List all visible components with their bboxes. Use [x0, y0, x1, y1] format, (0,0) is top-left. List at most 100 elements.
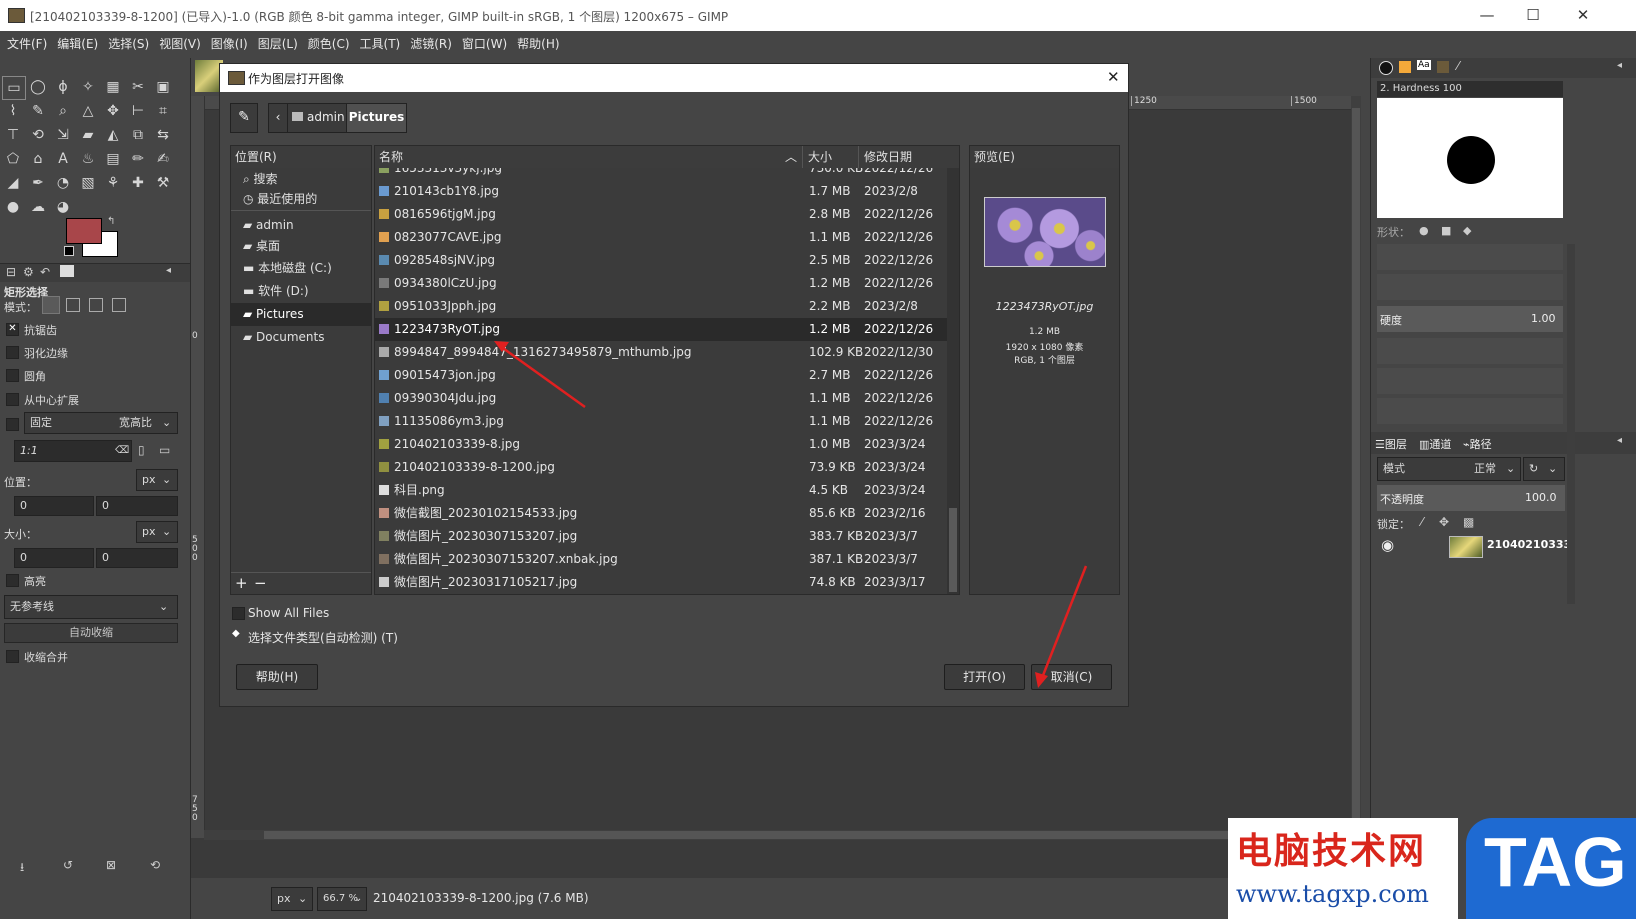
- place-drive-c[interactable]: ▬ 本地磁盘 (C:): [231, 257, 371, 280]
- file-row[interactable]: 微信图片_20230307153207.jpg 383.7 KB 2023/3/7: [375, 525, 947, 548]
- diamond-shape-icon[interactable]: ◆: [1463, 224, 1471, 237]
- menu-layer[interactable]: 图层(L): [253, 31, 303, 58]
- file-row[interactable]: 210143cb1Y8.jpg 1.7 MB 2023/2/8: [375, 180, 947, 203]
- menu-image[interactable]: 图像(I): [206, 31, 253, 58]
- position-y-input[interactable]: 0: [96, 496, 178, 516]
- mode-subtract-button[interactable]: [89, 298, 103, 312]
- place-pictures[interactable]: ▰ Pictures: [231, 303, 371, 326]
- highlight-checkbox[interactable]: [6, 574, 19, 587]
- blur-tool-icon[interactable]: ●: [2, 196, 24, 218]
- mode-replace-button[interactable]: [42, 296, 60, 314]
- images-dock-tab-icon[interactable]: [1437, 61, 1449, 73]
- expand-center-checkbox[interactable]: [6, 393, 19, 406]
- help-button[interactable]: 帮助(H): [236, 664, 318, 690]
- color-picker-tool-icon[interactable]: ✎: [27, 100, 49, 122]
- text-tool-icon[interactable]: A: [52, 148, 74, 170]
- paint-dynamics-tab-icon[interactable]: ⁄: [1457, 59, 1459, 73]
- lasso-tool-icon[interactable]: ϕ: [52, 76, 74, 98]
- file-row[interactable]: 210402103339-8-1200.jpg 73.9 KB 2023/3/24: [375, 456, 947, 479]
- smudge-tool-icon[interactable]: ☁: [27, 196, 49, 218]
- restore-options-icon[interactable]: ↺: [63, 858, 73, 872]
- reset-options-icon[interactable]: ⟲: [150, 858, 160, 872]
- heal-tool-icon[interactable]: ✚: [127, 172, 149, 194]
- merge-checkbox[interactable]: [6, 650, 19, 663]
- transform-tool-icon[interactable]: ⊤: [2, 124, 24, 146]
- device-status-tab-icon[interactable]: ⚙: [23, 265, 34, 279]
- fonts-tab-icon[interactable]: Aa: [1417, 60, 1431, 70]
- mode-add-button[interactable]: [66, 298, 80, 312]
- images-tab-icon[interactable]: [60, 265, 74, 277]
- hardness-slider[interactable]: 硬度 1.00: [1377, 306, 1563, 332]
- antialias-checkbox[interactable]: ✕: [6, 323, 19, 336]
- size-h-input[interactable]: 0: [96, 548, 178, 568]
- tab-paths[interactable]: ⌁路径: [1463, 436, 1492, 452]
- maximize-button[interactable]: ☐: [1510, 0, 1556, 31]
- remove-place-button[interactable]: −: [254, 574, 267, 592]
- vertical-scrollbar-thumb[interactable]: [1352, 108, 1360, 828]
- perspective-tool-icon[interactable]: ◭: [102, 124, 124, 146]
- visibility-eye-icon[interactable]: ◉: [1381, 536, 1394, 554]
- angle-slider[interactable]: [1377, 368, 1563, 394]
- dock-scrollbar[interactable]: [1567, 244, 1575, 604]
- undo-history-tab-icon[interactable]: ↶: [40, 265, 50, 279]
- panel-menu-icon[interactable]: ◂: [166, 265, 171, 276]
- ink-tool-icon[interactable]: ◔: [52, 172, 74, 194]
- place-desktop[interactable]: ▰ 桌面: [231, 235, 371, 258]
- landscape-icon[interactable]: ▭: [159, 443, 170, 457]
- tab-layers[interactable]: ☰图层: [1375, 436, 1407, 452]
- opacity-slider[interactable]: 不透明度 100.0: [1377, 485, 1565, 511]
- pencil-tool-icon[interactable]: ✏: [127, 148, 149, 170]
- default-colors-icon[interactable]: [64, 246, 74, 256]
- path-pictures-button[interactable]: Pictures: [346, 103, 407, 133]
- file-list-scrollbar[interactable]: [947, 168, 959, 594]
- file-list-scrollbar-thumb[interactable]: [949, 508, 957, 592]
- color-select-tool-icon[interactable]: ▦: [102, 76, 124, 98]
- place-recent[interactable]: ◷ 最近使用的: [231, 188, 371, 211]
- spikes-slider[interactable]: [1377, 274, 1563, 300]
- clone-tool-icon[interactable]: ⚘: [102, 172, 124, 194]
- spacing-slider[interactable]: [1377, 398, 1563, 424]
- close-window-button[interactable]: ✕: [1560, 0, 1606, 31]
- file-row[interactable]: 11135086ym3.jpg 1.1 MB 2022/12/26: [375, 410, 947, 433]
- size-w-input[interactable]: 0: [14, 548, 94, 568]
- place-admin[interactable]: ▰ admin: [231, 214, 371, 237]
- menu-windows[interactable]: 窗口(W): [457, 31, 512, 58]
- menu-colors[interactable]: 颜色(C): [303, 31, 355, 58]
- fixed-checkbox[interactable]: [6, 418, 19, 431]
- fuzzy-select-tool-icon[interactable]: ✧: [77, 76, 99, 98]
- lock-pixels-icon[interactable]: ⁄: [1421, 515, 1423, 529]
- file-row[interactable]: 0823077CAVE.jpg 1.1 MB 2022/12/26: [375, 226, 947, 249]
- dock-menu-icon[interactable]: ◂: [1617, 60, 1622, 71]
- scissors-tool-icon[interactable]: ✂: [127, 76, 149, 98]
- file-row[interactable]: 微信图片_20230317105217.jpg 74.8 KB 2023/3/17: [375, 571, 947, 594]
- flip-tool-icon[interactable]: ⇆: [152, 124, 174, 146]
- add-place-button[interactable]: +: [235, 574, 248, 592]
- perspective-clone-icon[interactable]: ⚒: [152, 172, 174, 194]
- file-row[interactable]: 09015473jon.jpg 2.7 MB 2022/12/26: [375, 364, 947, 387]
- menu-view[interactable]: 视图(V): [154, 31, 206, 58]
- tab-channels[interactable]: ▥通道: [1419, 436, 1451, 452]
- guides-dropdown[interactable]: 无参考线 ⌄: [4, 595, 178, 619]
- file-row[interactable]: 0816596tjgM.jpg 2.8 MB 2022/12/26: [375, 203, 947, 226]
- unified-transform-icon[interactable]: ⧉: [127, 124, 149, 146]
- cage-tool-icon[interactable]: ⬠: [2, 148, 24, 170]
- file-row[interactable]: 1223473RyOT.jpg 1.2 MB 2022/12/26: [375, 318, 947, 341]
- position-unit-select[interactable]: px ⌄: [136, 469, 178, 491]
- menu-help[interactable]: 帮助(H): [512, 31, 564, 58]
- path-back-button[interactable]: ‹: [268, 103, 288, 133]
- aspect-slider[interactable]: [1377, 338, 1563, 364]
- menu-filters[interactable]: 滤镜(R): [405, 31, 457, 58]
- place-drive-d[interactable]: ▬ 软件 (D:): [231, 280, 371, 303]
- airbrush-tool-icon[interactable]: ✒: [27, 172, 49, 194]
- composite-mode-select[interactable]: ↻ ⌄: [1523, 457, 1565, 481]
- fixed-dropdown[interactable]: 固定 宽高比 ⌄: [24, 412, 178, 434]
- portrait-icon[interactable]: ▯: [138, 443, 145, 457]
- clear-ratio-icon[interactable]: ⌫: [115, 441, 129, 461]
- move-tool-icon[interactable]: ✥: [102, 100, 124, 122]
- layer-mode-select[interactable]: 模式 正常 ⌄: [1377, 457, 1521, 481]
- bucket-fill-tool-icon[interactable]: ♨: [77, 148, 99, 170]
- lock-position-icon[interactable]: ✥: [1439, 515, 1449, 529]
- cancel-button[interactable]: 取消(C): [1031, 664, 1112, 690]
- zoom-select[interactable]: 66.7 % ⌄: [317, 887, 367, 911]
- radius-slider[interactable]: [1377, 244, 1563, 270]
